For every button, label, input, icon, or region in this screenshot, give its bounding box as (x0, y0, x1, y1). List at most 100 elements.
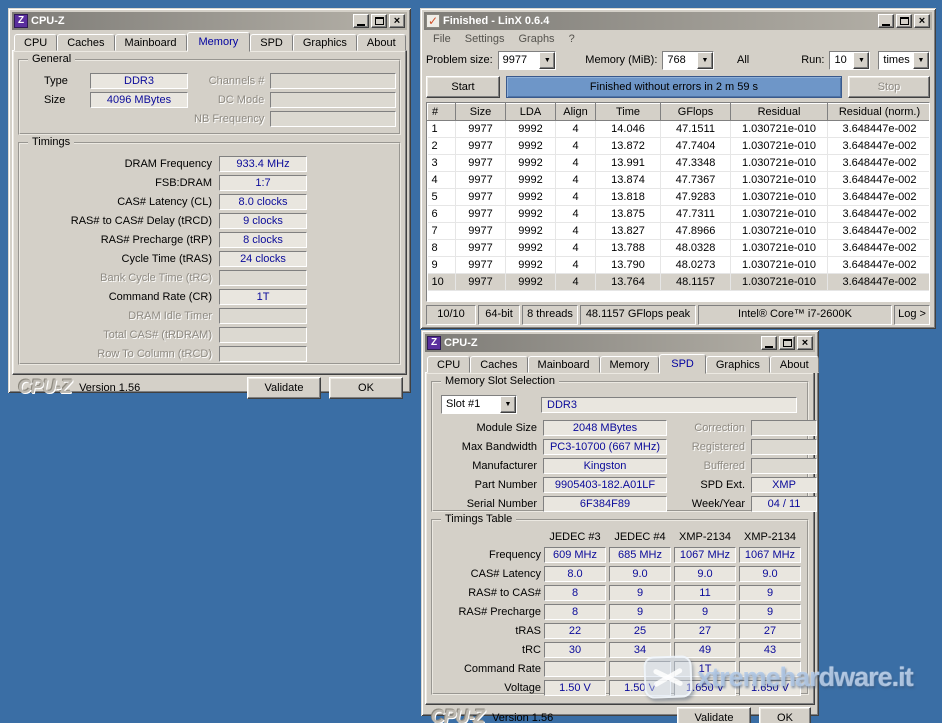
menu-?[interactable]: ? (562, 32, 582, 46)
memory-select[interactable]: 768 ▼ (662, 51, 714, 70)
table-cell: 1.030721e-010 (731, 223, 828, 240)
table-cell: 9977 (456, 257, 506, 274)
table-row[interactable]: 499779992413.87447.73671.030721e-0103.64… (428, 172, 931, 189)
col-header[interactable]: LDA (506, 104, 556, 121)
cpuz-app-icon: Z (14, 14, 28, 28)
tab-graphics[interactable]: Graphics (706, 356, 770, 373)
table-cell: 9 (428, 257, 456, 274)
titlebar[interactable]: Z CPU-Z × (425, 334, 815, 352)
menu-file[interactable]: File (426, 32, 458, 46)
minimize-button[interactable] (353, 14, 369, 28)
chevron-down-icon[interactable]: ▼ (853, 52, 869, 69)
table-cell: 47.8966 (661, 223, 731, 240)
tab-cpu[interactable]: CPU (14, 34, 57, 51)
table-row[interactable]: 399779992413.99147.33481.030721e-0103.64… (428, 155, 931, 172)
maximize-button[interactable] (371, 14, 387, 28)
tab-about[interactable]: About (357, 34, 406, 51)
chevron-down-icon[interactable]: ▼ (500, 396, 516, 413)
table-cell: 48.1157 (661, 274, 731, 291)
field-label: Buffered (673, 460, 745, 472)
timings-value: 9.0 (674, 566, 736, 582)
field-label: Registered (673, 441, 745, 453)
table-cell: 47.7404 (661, 138, 731, 155)
window-title: CPU-Z (444, 337, 758, 349)
col-header[interactable]: # (428, 104, 456, 121)
field-value (751, 420, 817, 436)
tab-caches[interactable]: Caches (470, 356, 527, 373)
table-cell: 1.030721e-010 (731, 121, 828, 138)
ok-button[interactable]: OK (759, 707, 811, 723)
table-row[interactable]: 899779992413.78848.03281.030721e-0103.64… (428, 240, 931, 257)
timings-value (739, 661, 801, 677)
tab-caches[interactable]: Caches (57, 34, 114, 51)
field-label: NB Frequency (194, 113, 264, 125)
table-cell: 47.7367 (661, 172, 731, 189)
titlebar[interactable]: ✓ Finished - LinX 0.6.4 × (424, 12, 932, 30)
cpuz-logo: CPU-Z (18, 377, 71, 399)
log-button[interactable]: Log > (894, 305, 930, 325)
stop-button: Stop (848, 76, 930, 98)
table-row[interactable]: 1099779992413.76448.11571.030721e-0103.6… (428, 274, 931, 291)
results-table-wrap: #SizeLDAAlignTimeGFlopsResidualResidual … (426, 102, 930, 302)
table-row[interactable]: 799779992413.82747.89661.030721e-0103.64… (428, 223, 931, 240)
tab-memory[interactable]: Memory (600, 356, 660, 373)
run-count-select[interactable]: 10 ▼ (829, 51, 870, 70)
tab-mainboard[interactable]: Mainboard (115, 34, 187, 51)
timings-value: 9 (739, 585, 801, 601)
general-group: General TypeDDR3Channels #Size4096 MByte… (18, 59, 401, 135)
col-header[interactable]: Align (556, 104, 596, 121)
table-cell: 9992 (506, 274, 556, 291)
status-segment: 10/10 (426, 305, 476, 325)
close-button[interactable]: × (389, 14, 405, 28)
table-cell: 1.030721e-010 (731, 138, 828, 155)
timings-value: 9 (739, 604, 801, 620)
tab-about[interactable]: About (770, 356, 819, 373)
close-button[interactable]: × (914, 14, 930, 28)
col-header[interactable]: Time (596, 104, 661, 121)
table-row[interactable]: 199779992414.04647.15111.030721e-0103.64… (428, 121, 931, 138)
tab-graphics[interactable]: Graphics (293, 34, 357, 51)
tab-cpu[interactable]: CPU (427, 356, 470, 373)
field-value: 2048 MBytes (543, 420, 667, 436)
col-header[interactable]: Residual (731, 104, 828, 121)
table-row[interactable]: 999779992413.79048.02731.030721e-0103.64… (428, 257, 931, 274)
close-button[interactable]: × (797, 336, 813, 350)
field-value: 933.4 MHz (219, 156, 307, 172)
field-value: 04 / 11 (751, 496, 817, 512)
linx-app-icon: ✓ (426, 14, 440, 28)
chevron-down-icon[interactable]: ▼ (539, 52, 555, 69)
col-header[interactable]: Residual (norm.) (828, 104, 931, 121)
tab-spd[interactable]: SPD (659, 354, 706, 374)
validate-button[interactable]: Validate (677, 707, 751, 723)
start-button[interactable]: Start (426, 76, 500, 98)
field-value (219, 270, 307, 286)
titlebar[interactable]: Z CPU-Z × (12, 12, 407, 30)
slot-select[interactable]: Slot #1 ▼ (441, 395, 517, 414)
col-header[interactable]: Size (456, 104, 506, 121)
table-cell: 9977 (456, 274, 506, 291)
validate-button[interactable]: Validate (247, 377, 321, 399)
minimize-button[interactable] (878, 14, 894, 28)
menu-settings[interactable]: Settings (458, 32, 512, 46)
table-row[interactable]: 599779992413.81847.92831.030721e-0103.64… (428, 189, 931, 206)
maximize-button[interactable] (896, 14, 912, 28)
minimize-button[interactable] (761, 336, 777, 350)
tab-mainboard[interactable]: Mainboard (528, 356, 600, 373)
maximize-button[interactable] (779, 336, 795, 350)
table-cell: 4 (428, 172, 456, 189)
tab-spd[interactable]: SPD (250, 34, 293, 51)
table-cell: 4 (556, 189, 596, 206)
field-value (219, 346, 307, 362)
tab-memory[interactable]: Memory (187, 32, 251, 52)
problem-size-select[interactable]: 9977 ▼ (498, 51, 557, 70)
ok-button[interactable]: OK (329, 377, 403, 399)
run-unit-select[interactable]: times ▼ (878, 51, 930, 70)
menu-graphs[interactable]: Graphs (511, 32, 561, 46)
table-row[interactable]: 299779992413.87247.74041.030721e-0103.64… (428, 138, 931, 155)
col-header[interactable]: GFlops (661, 104, 731, 121)
table-row[interactable]: 699779992413.87547.73111.030721e-0103.64… (428, 206, 931, 223)
chevron-down-icon[interactable]: ▼ (913, 52, 929, 69)
field-value: 4096 MBytes (90, 92, 188, 108)
chevron-down-icon[interactable]: ▼ (697, 52, 713, 69)
memory-label: Memory (MiB): (585, 54, 657, 66)
